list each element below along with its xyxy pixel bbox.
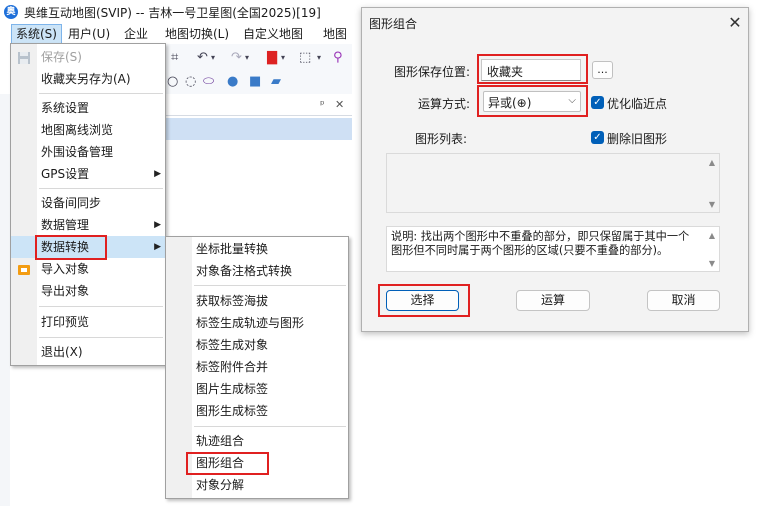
menu-item-peripheral-devices[interactable]: 外围设备管理 bbox=[11, 141, 165, 163]
menu-item-system-settings[interactable]: 系统设置 bbox=[11, 97, 165, 119]
menu-map[interactable]: 地图 bbox=[319, 24, 351, 44]
compute-button[interactable]: 运算 bbox=[516, 290, 590, 311]
shape-list-label: 图形列表: bbox=[415, 132, 468, 146]
app-logo-icon: 奥 bbox=[4, 5, 18, 19]
redo-icon[interactable]: ↷ bbox=[231, 50, 242, 66]
menu-separator bbox=[194, 285, 346, 286]
ellipse-tool-icon[interactable]: ⬭ bbox=[203, 74, 214, 90]
menu-separator bbox=[194, 426, 346, 427]
menu-item-tag-attachment-merge[interactable]: 标签附件合并 bbox=[166, 356, 348, 378]
description-text: 说明: 找出两个图形中不重叠的部分，即只保留属于其中一个图形但不同时属于两个图形… bbox=[391, 230, 690, 257]
menu-item-tag-to-track-shape[interactable]: 标签生成轨迹与图形 bbox=[166, 312, 348, 334]
menu-custom-map[interactable]: 自定义地图 bbox=[239, 24, 307, 44]
menu-map-switch[interactable]: 地图切换(L) bbox=[161, 24, 233, 44]
menu-user[interactable]: 用户(U) bbox=[64, 24, 114, 44]
browse-button[interactable]: ... bbox=[592, 61, 613, 79]
highlight-box-select bbox=[378, 284, 470, 317]
pin-panel-icon[interactable]: ᵖ bbox=[320, 98, 325, 111]
menu-item-exit[interactable]: 退出(X) bbox=[11, 341, 165, 363]
optimize-label: 优化临近点 bbox=[607, 97, 668, 111]
pin-icon[interactable]: ⚲ bbox=[333, 50, 343, 66]
toolbar: ⌗ ↶ ▾ ↷ ▾ ▇ ▾ ⬚ ▾ ⚲ ○ ◌ ⬭ ● ■ ▰ bbox=[165, 44, 352, 94]
highlight-box-operation bbox=[477, 85, 588, 117]
circle-tool-icon[interactable]: ○ bbox=[167, 74, 178, 90]
menu-item-image-to-tag[interactable]: 图片生成标签 bbox=[166, 378, 348, 400]
menu-item-offline-browse[interactable]: 地图离线浏览 bbox=[11, 119, 165, 141]
menu-system[interactable]: 系统(S) bbox=[11, 24, 62, 44]
save-location-label: 图形保存位置: bbox=[394, 65, 471, 79]
submenu-arrow-icon: ▶ bbox=[154, 169, 161, 179]
menu-item-export-objects[interactable]: 导出对象 bbox=[11, 280, 165, 302]
delete-old-checkbox[interactable]: ✓ bbox=[591, 131, 604, 144]
menu-item-print-preview[interactable]: 打印预览 bbox=[11, 311, 165, 333]
menu-item-shape-to-tag[interactable]: 图形生成标签 bbox=[166, 400, 348, 422]
cancel-button[interactable]: 取消 bbox=[647, 290, 720, 311]
menu-item-gps-settings[interactable]: GPS设置 ▶ bbox=[11, 163, 165, 185]
select-rect-icon[interactable]: ⬚ bbox=[299, 50, 311, 66]
menu-item-note-format-convert[interactable]: 对象备注格式转换 bbox=[166, 260, 348, 282]
arc-tool-icon[interactable]: ◌ bbox=[185, 74, 196, 90]
dialog-title: 图形组合 bbox=[369, 17, 418, 31]
menu-item-data-management[interactable]: 数据管理 ▶ bbox=[11, 214, 165, 236]
app-titlebar: 奥 奥维互动地图(SVIP) -- 吉林一号卫星图(全国2025)[19] bbox=[0, 0, 352, 24]
circle-fill-tool-icon[interactable]: ● bbox=[227, 74, 238, 90]
menu-separator bbox=[39, 306, 163, 307]
menu-item-save[interactable]: 保存(S) bbox=[11, 46, 165, 68]
shape-list[interactable]: ▲ ▼ bbox=[386, 153, 720, 213]
data-convert-submenu: 坐标批量转换 对象备注格式转换 获取标签海拔 标签生成轨迹与图形 标签生成对象 … bbox=[165, 236, 349, 499]
menu-separator bbox=[39, 93, 163, 94]
menu-item-object-split[interactable]: 对象分解 bbox=[166, 474, 348, 496]
delete-icon[interactable]: ▇ bbox=[267, 50, 277, 66]
menu-separator bbox=[39, 188, 163, 189]
menu-item-get-tag-altitude[interactable]: 获取标签海拔 bbox=[166, 290, 348, 312]
optimize-checkbox[interactable]: ✓ bbox=[591, 96, 604, 109]
submenu-arrow-icon: ▶ bbox=[154, 220, 161, 230]
highlight-box-data-convert bbox=[35, 235, 107, 260]
undo-dropdown-icon[interactable]: ▾ bbox=[211, 50, 215, 66]
delete-old-label: 删除旧图形 bbox=[607, 132, 668, 146]
menu-enterprise[interactable]: 企业 bbox=[120, 24, 152, 44]
left-panel bbox=[0, 94, 10, 506]
menu-item-device-sync[interactable]: 设备间同步 bbox=[11, 192, 165, 214]
highlight-box-shape-combine bbox=[186, 452, 269, 475]
scroll-up-icon[interactable]: ▲ bbox=[709, 158, 715, 167]
undo-icon[interactable]: ↶ bbox=[197, 50, 208, 66]
submenu-arrow-icon: ▶ bbox=[154, 242, 161, 252]
menu-item-coord-batch-convert[interactable]: 坐标批量转换 bbox=[166, 238, 348, 260]
menu-separator bbox=[39, 337, 163, 338]
panel-tab-strip bbox=[165, 118, 352, 140]
operation-label: 运算方式: bbox=[418, 97, 471, 111]
panel-header: ᵖ ✕ bbox=[165, 96, 352, 116]
description-box: 说明: 找出两个图形中不重叠的部分，即只保留属于其中一个图形但不同时属于两个图形… bbox=[386, 226, 720, 272]
close-icon[interactable]: ✕ bbox=[725, 13, 745, 33]
shape-combine-dialog: 图形组合 ✕ 图形保存位置: 收藏夹 ... 运算方式: 异或(⊕) ⌵ ✓ 优… bbox=[361, 7, 749, 332]
save-icon bbox=[17, 50, 31, 64]
crop-icon[interactable]: ⌗ bbox=[171, 50, 178, 66]
menubar: 系统(S) 用户(U) 企业 地图切换(L) 自定义地图 地图 bbox=[0, 24, 352, 44]
menu-item-track-combine[interactable]: 轨迹组合 bbox=[166, 430, 348, 452]
scroll-down-icon[interactable]: ▼ bbox=[709, 259, 715, 268]
menu-item-tag-to-object[interactable]: 标签生成对象 bbox=[166, 334, 348, 356]
scroll-up-icon[interactable]: ▲ bbox=[709, 231, 715, 240]
menu-item-import-objects[interactable]: 导入对象 bbox=[11, 258, 165, 280]
polygon-tool-icon[interactable]: ▰ bbox=[271, 74, 281, 90]
scroll-down-icon[interactable]: ▼ bbox=[709, 200, 715, 209]
menu-item-save-favorites-as[interactable]: 收藏夹另存为(A) bbox=[11, 68, 165, 90]
app-title: 奥维互动地图(SVIP) -- 吉林一号卫星图(全国2025)[19] bbox=[24, 6, 321, 20]
system-menu: 保存(S) 收藏夹另存为(A) 系统设置 地图离线浏览 外围设备管理 GPS设置… bbox=[10, 43, 166, 366]
delete-dropdown-icon[interactable]: ▾ bbox=[281, 50, 285, 66]
redo-dropdown-icon[interactable]: ▾ bbox=[245, 50, 249, 66]
highlight-box-save-location bbox=[477, 54, 588, 84]
close-panel-icon[interactable]: ✕ bbox=[335, 98, 344, 111]
select-dropdown-icon[interactable]: ▾ bbox=[317, 50, 321, 66]
square-tool-icon[interactable]: ■ bbox=[249, 74, 261, 90]
import-icon bbox=[17, 262, 31, 276]
